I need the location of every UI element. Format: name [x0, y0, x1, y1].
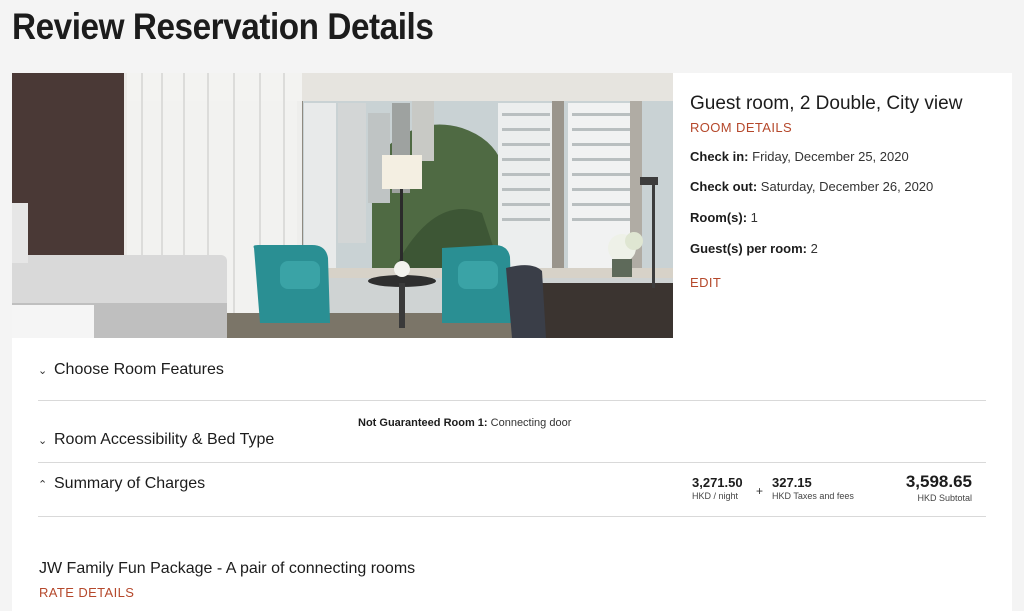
room-photo — [12, 73, 673, 338]
guests-line: Guest(s) per room: 2 — [690, 241, 818, 256]
room-features-toggle[interactable]: ⌄ Choose Room Features — [38, 361, 224, 379]
accessibility-note-value: Connecting door — [490, 417, 572, 429]
package-title: JW Family Fun Package - A pair of connec… — [39, 560, 416, 577]
check-in-value: Friday, December 25, 2020 — [752, 149, 909, 164]
accessibility-toggle[interactable]: ⌄ Room Accessibility & Bed Type — [38, 431, 274, 449]
subtotal: 3,598.65 HKD Subtotal — [906, 472, 972, 503]
taxes-amount: 327.15 — [772, 475, 812, 490]
chevron-down-icon: ⌄ — [38, 364, 48, 377]
room-features-section: ⌄ Choose Room Features — [38, 338, 986, 401]
rate-details-link[interactable]: RATE DETAILS — [39, 585, 134, 600]
room-name: Guest room, 2 Double, City view — [690, 93, 963, 114]
taxes-unit: HKD Taxes and fees — [772, 491, 854, 501]
accessibility-label: Room Accessibility & Bed Type — [54, 431, 275, 448]
subtotal-amount: 3,598.65 — [905, 472, 972, 491]
chevron-up-icon: ⌃ — [38, 478, 48, 491]
plus-sign: + — [756, 484, 764, 498]
rooms-value: 1 — [750, 210, 758, 225]
check-out-label: Check out: — [690, 179, 758, 194]
accessibility-note: Not Guaranteed Room 1: Connecting door — [358, 417, 571, 429]
check-out-line: Check out: Saturday, December 26, 2020 — [690, 179, 933, 194]
rooms-line: Room(s): 1 — [690, 210, 758, 225]
taxes-fees: 327.15 HKD Taxes and fees — [772, 475, 854, 501]
subtotal-unit: HKD Subtotal — [917, 493, 972, 503]
check-out-value: Saturday, December 26, 2020 — [760, 179, 934, 194]
chevron-down-icon: ⌄ — [38, 434, 48, 447]
check-in-line: Check in: Friday, December 25, 2020 — [690, 149, 909, 164]
room-features-label: Choose Room Features — [54, 361, 224, 378]
accessibility-section: ⌄ Room Accessibility & Bed Type Not Guar… — [38, 401, 986, 463]
accessibility-note-label: Not Guaranteed Room 1: — [358, 417, 488, 429]
guests-label: Guest(s) per room: — [690, 241, 808, 256]
nightly-amount: 3,271.50 — [692, 475, 743, 490]
room-details-link[interactable]: ROOM DETAILS — [690, 120, 792, 135]
charges-breakdown: 3,271.50 HKD / night + 327.15 HKD Taxes … — [692, 472, 972, 507]
edit-link[interactable]: EDIT — [690, 275, 721, 290]
page-title: Review Reservation Details — [12, 6, 434, 47]
charges-section: ⌃ Summary of Charges 3,271.50 HKD / nigh… — [38, 463, 986, 517]
charges-toggle[interactable]: ⌃ Summary of Charges — [38, 475, 205, 493]
charges-label: Summary of Charges — [54, 475, 206, 492]
nightly-unit: HKD / night — [692, 491, 739, 501]
nightly-rate: 3,271.50 HKD / night — [692, 475, 743, 501]
guests-value: 2 — [810, 241, 818, 256]
reservation-card: Guest room, 2 Double, City view ROOM DET… — [12, 73, 1012, 611]
rooms-label: Room(s): — [690, 210, 748, 225]
check-in-label: Check in: — [690, 149, 749, 164]
